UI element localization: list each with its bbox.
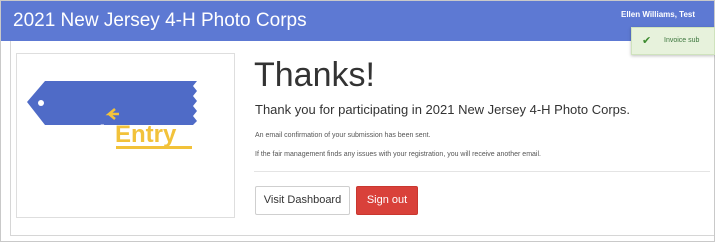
divider — [254, 171, 710, 172]
logo-word-entry: Entry — [115, 121, 177, 148]
ticket-hole — [38, 100, 44, 106]
ticket-shape — [27, 81, 197, 125]
visit-dashboard-button[interactable]: Visit Dashboard — [255, 186, 350, 215]
logo-wordmark: FairEntry — [71, 121, 176, 149]
user-menu[interactable]: Ellen Williams, Test — [621, 10, 695, 19]
logo-underline — [116, 146, 192, 149]
followup-note: If the fair management finds any issues … — [255, 151, 541, 158]
top-navbar: 2021 New Jersey 4-H Photo Corps Ellen Wi… — [1, 1, 714, 41]
confirmation-note: An email confirmation of your submission… — [255, 132, 431, 139]
app-title[interactable]: 2021 New Jersey 4-H Photo Corps — [13, 10, 307, 32]
sign-out-button[interactable]: Sign out — [356, 186, 418, 215]
thank-you-message: Thank you for participating in 2021 New … — [255, 102, 631, 117]
logo-word-fair: Fair — [71, 121, 116, 148]
page-heading: Thanks! — [254, 56, 375, 94]
